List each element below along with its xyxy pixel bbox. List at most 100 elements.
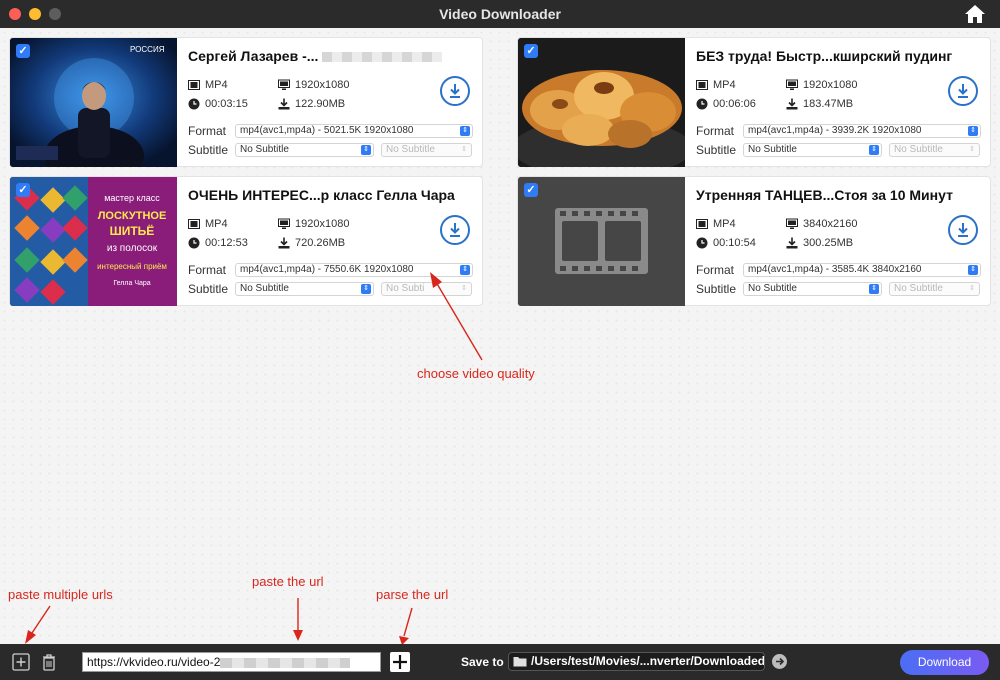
annotation-arrow: [25, 605, 51, 644]
video-thumbnail: РОССИЯ: [10, 38, 177, 167]
size-info: 122.90MB: [278, 98, 345, 110]
film-icon: [696, 80, 708, 90]
redacted-text: [322, 52, 443, 63]
select-arrows-icon: ⇕: [869, 145, 879, 155]
save-to-label: Save to: [461, 655, 504, 669]
subtitle-select-value: No Subtitle: [240, 283, 289, 294]
download-size-icon: [786, 237, 798, 249]
parse-url-button[interactable]: [390, 652, 410, 672]
clock-icon: [696, 98, 708, 110]
save-path-selector[interactable]: /Users/test/Movies/...nverter/Downloaded: [508, 652, 765, 671]
download-size-icon: [278, 237, 290, 249]
duration-value: 00:12:53: [205, 237, 248, 249]
video-card: ✓ Утренняя ТАНЦЕВ...Стоя за 10 Минут MP4…: [517, 176, 991, 306]
subtitle-language-value: No Subtitle: [894, 144, 943, 155]
select-checkbox[interactable]: ✓: [16, 183, 30, 197]
size-info: 720.26MB: [278, 237, 345, 249]
format-select[interactable]: mp4(avc1,mp4a) - 3939.2K 1920x1080 ⇕: [743, 124, 981, 138]
thumb-text-line: мастер класс: [104, 193, 160, 203]
video-title: ОЧЕНЬ ИНТЕРЕС...р класс Гелла Чара: [188, 187, 455, 203]
download-all-button[interactable]: Download: [900, 650, 989, 675]
duration-value: 00:03:15: [205, 98, 248, 110]
download-video-button[interactable]: [440, 215, 470, 245]
format-select[interactable]: mp4(avc1,mp4a) - 3585.4K 3840x2160 ⇕: [743, 263, 981, 277]
container-info: MP4: [188, 79, 228, 91]
subtitle-select-value: No Subtitle: [240, 144, 289, 155]
film-icon: [188, 219, 200, 229]
url-input[interactable]: https://vkvideo.ru/video-2: [82, 652, 381, 672]
annotation-paste-multiple: paste multiple urls: [8, 587, 113, 602]
plus-square-icon: [12, 653, 30, 671]
select-arrows-icon: ⇕: [361, 284, 371, 294]
video-card: ✓ БЕЗ труда! Быстр...кширский пудинг MP4…: [517, 37, 991, 167]
subtitle-select[interactable]: No Subtitle ⇕: [743, 282, 882, 296]
format-label: Format: [696, 124, 735, 138]
subtitle-select-value: No Subtitle: [748, 283, 797, 294]
download-video-button[interactable]: [948, 215, 978, 245]
film-strip-icon: [518, 177, 685, 306]
duration-value: 00:06:06: [713, 98, 756, 110]
select-checkbox[interactable]: ✓: [524, 44, 538, 58]
thumb-text-line: ЛОСКУТНОЕ: [98, 210, 167, 222]
download-arrow-icon: [450, 223, 460, 237]
thumb-text-line: из полосок: [107, 243, 158, 254]
subtitle-select[interactable]: No Subtitle ⇕: [235, 282, 374, 296]
home-button[interactable]: [964, 4, 986, 24]
container-value: MP4: [713, 218, 736, 230]
bottom-toolbar: https://vkvideo.ru/video-2 Save to /User…: [0, 644, 1000, 680]
resolution-value: 1920x1080: [803, 79, 858, 91]
duration-value: 00:10:54: [713, 237, 756, 249]
window-title: Video Downloader: [439, 6, 561, 22]
video-list-area: РОССИЯ ✓ Сергей Лазарев -... MP4 1920x10…: [0, 28, 1000, 645]
annotation-arrow: [293, 598, 303, 641]
annotation-arrow: [430, 272, 483, 361]
delete-button[interactable]: [40, 653, 58, 671]
select-checkbox[interactable]: ✓: [524, 183, 538, 197]
download-video-button[interactable]: [948, 76, 978, 106]
save-path-value: /Users/test/Movies/...nverter/Downloaded: [531, 654, 765, 668]
size-value: 300.25MB: [803, 237, 854, 249]
subtitle-select[interactable]: No Subtitle ⇕: [235, 143, 374, 157]
format-select[interactable]: mp4(avc1,mp4a) - 5021.5K 1920x1080 ⇕: [235, 124, 473, 138]
title-bar: Video Downloader: [0, 0, 1000, 28]
download-arrow-icon: [450, 84, 460, 98]
select-checkbox[interactable]: ✓: [16, 44, 30, 58]
format-label: Format: [696, 263, 735, 277]
duration-info: 00:06:06: [696, 98, 756, 110]
thumb-text-line: Гелла Чара: [113, 280, 150, 287]
duration-info: 00:10:54: [696, 237, 756, 249]
add-multiple-urls-button[interactable]: [12, 653, 30, 671]
subtitle-label: Subtitle: [696, 282, 737, 296]
resolution-value: 1920x1080: [295, 218, 350, 230]
film-icon: [696, 219, 708, 229]
container-value: MP4: [205, 79, 228, 91]
size-info: 183.47MB: [786, 98, 853, 110]
select-arrows-icon: ⇕: [869, 284, 879, 294]
subtitle-language-value: No Subtitle: [386, 144, 435, 155]
resolution-info: 1920x1080: [278, 218, 349, 230]
download-size-icon: [278, 98, 290, 110]
download-video-button[interactable]: [440, 76, 470, 106]
size-value: 183.47MB: [803, 98, 854, 110]
open-folder-button[interactable]: [772, 654, 787, 669]
format-label: Format: [188, 124, 227, 138]
select-arrows-icon: ⇕: [361, 145, 371, 155]
subtitle-label: Subtitle: [188, 282, 229, 296]
subtitle-select[interactable]: No Subtitle ⇕: [743, 143, 882, 157]
select-arrows-icon: ⇕: [968, 265, 978, 275]
select-arrows-icon: ⇕: [968, 126, 978, 136]
container-value: MP4: [205, 218, 228, 230]
video-thumbnail: [518, 177, 685, 306]
resolution-info: 1920x1080: [786, 79, 857, 91]
format-select-value: mp4(avc1,mp4a) - 7550.6K 1920x1080: [240, 264, 414, 275]
monitor-icon: [278, 218, 290, 229]
download-arrow-icon: [958, 223, 968, 237]
film-icon: [188, 80, 200, 90]
plus-icon: [393, 655, 407, 669]
video-thumbnail: [518, 38, 685, 167]
folder-icon: [513, 657, 527, 667]
size-value: 720.26MB: [295, 237, 346, 249]
container-value: MP4: [713, 79, 736, 91]
video-card: РОССИЯ ✓ Сергей Лазарев -... MP4 1920x10…: [9, 37, 483, 167]
subtitle-language-value: No Subtitle: [894, 283, 943, 294]
